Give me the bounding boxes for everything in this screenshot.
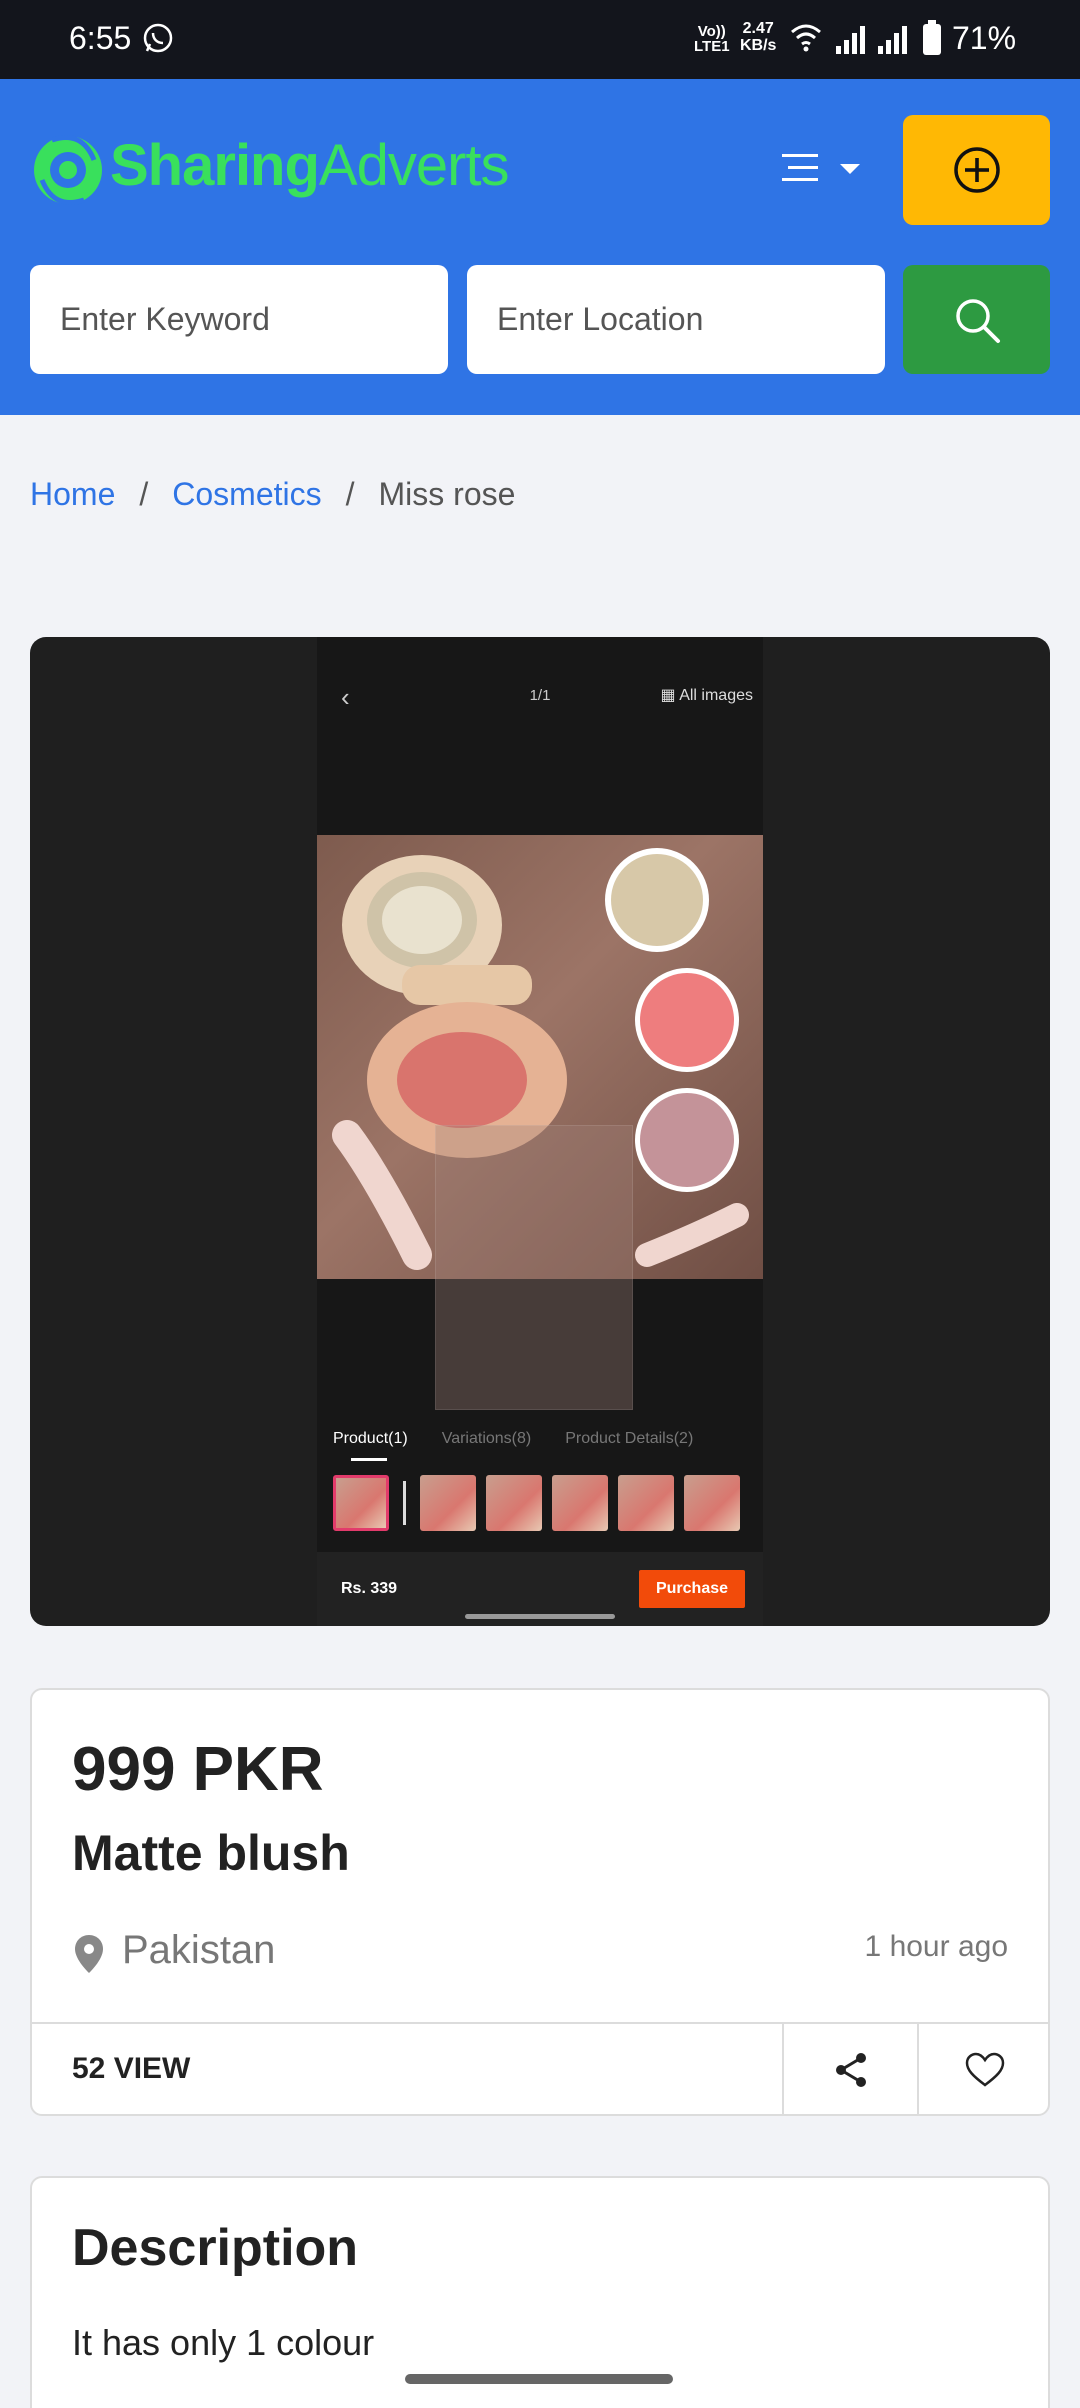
product-tabs: Product(1) Variations(8) Product Details… [333,1430,694,1461]
product-location: Pakistan [122,1928,276,1972]
search-icon [955,298,1000,343]
posted-time: 1 hour ago [864,1930,1008,1963]
search-button[interactable] [903,265,1050,374]
thumbnail-separator [403,1481,406,1525]
thumbnail [552,1475,608,1531]
product-price: 999 PKR [72,1735,324,1804]
tab-underline [351,1458,387,1461]
keyword-search-input[interactable] [30,265,448,374]
product-info-card: 999 PKR Matte blush Pakistan 1 hour ago … [30,1688,1050,2116]
signal-icon [878,26,907,54]
wifi-icon [791,24,821,52]
status-time: 6:55 [69,20,132,56]
screenshot-purchase-button: Purchase [639,1570,745,1608]
network-speed: 2.47 KB/s [740,20,777,54]
purchase-bar: Rs. 339 Purchase [317,1552,763,1626]
signal-icon [836,26,865,54]
description-heading: Description [72,2219,359,2277]
view-count: 52 VIEW [72,2052,191,2085]
battery-percent: 71% [952,20,1017,56]
whatsapp-icon [143,23,173,53]
tab-variations: Variations(8) [441,1430,532,1447]
favorite-button[interactable] [917,2024,1050,2116]
menu-icon[interactable] [780,142,870,192]
heart-icon [965,2052,1004,2087]
plus-circle-icon [953,147,1000,193]
thumbnail [618,1475,674,1531]
share-icon [835,2053,866,2087]
tab-product-details: Product Details(2) [565,1430,694,1447]
thumbnail [684,1475,740,1531]
product-title: Matte blush [72,1825,350,1881]
location-search-input[interactable] [467,265,885,374]
breadcrumb-separator: / [345,476,355,512]
battery-icon [923,20,941,55]
breadcrumb-home[interactable]: Home [30,476,115,513]
grid-icon: ▦ [660,687,680,704]
thumbnail [333,1475,389,1531]
thumbnail-strip [333,1475,740,1531]
site-logo-text[interactable]: SharingAdverts [110,132,510,199]
thumbnail [486,1475,542,1531]
description-text: It has only 1 colour [72,2322,375,2363]
logo-icon[interactable] [32,120,104,220]
breadcrumb-current: Miss rose [378,476,516,512]
image-overlay-preview [435,1125,633,1410]
gesture-bar[interactable] [405,2374,673,2384]
screenshot-home-indicator [465,1614,615,1619]
status-bar: 6:55 Vo)) LTE1 2.47 KB/s 71% [0,0,1080,79]
screenshot-price: Rs. 339 [341,1580,398,1597]
product-screenshot: ‹ 1/1 ▦ All images Product(1) Variations… [317,637,763,1626]
tab-product: Product(1) [333,1430,408,1447]
thumbnail [420,1475,476,1531]
volte-indicator: Vo)) LTE1 [694,23,730,55]
location-pin-icon [75,1935,103,1973]
share-button[interactable] [782,2024,917,2116]
product-image-viewer[interactable]: ‹ 1/1 ▦ All images Product(1) Variations… [30,637,1050,1626]
breadcrumb-category[interactable]: Cosmetics [172,476,321,513]
all-images-label: ▦ All images [660,687,754,704]
post-ad-button[interactable] [903,115,1050,225]
breadcrumb-separator: / [139,476,149,512]
breadcrumb: Home / Cosmetics / Miss rose [30,476,515,513]
